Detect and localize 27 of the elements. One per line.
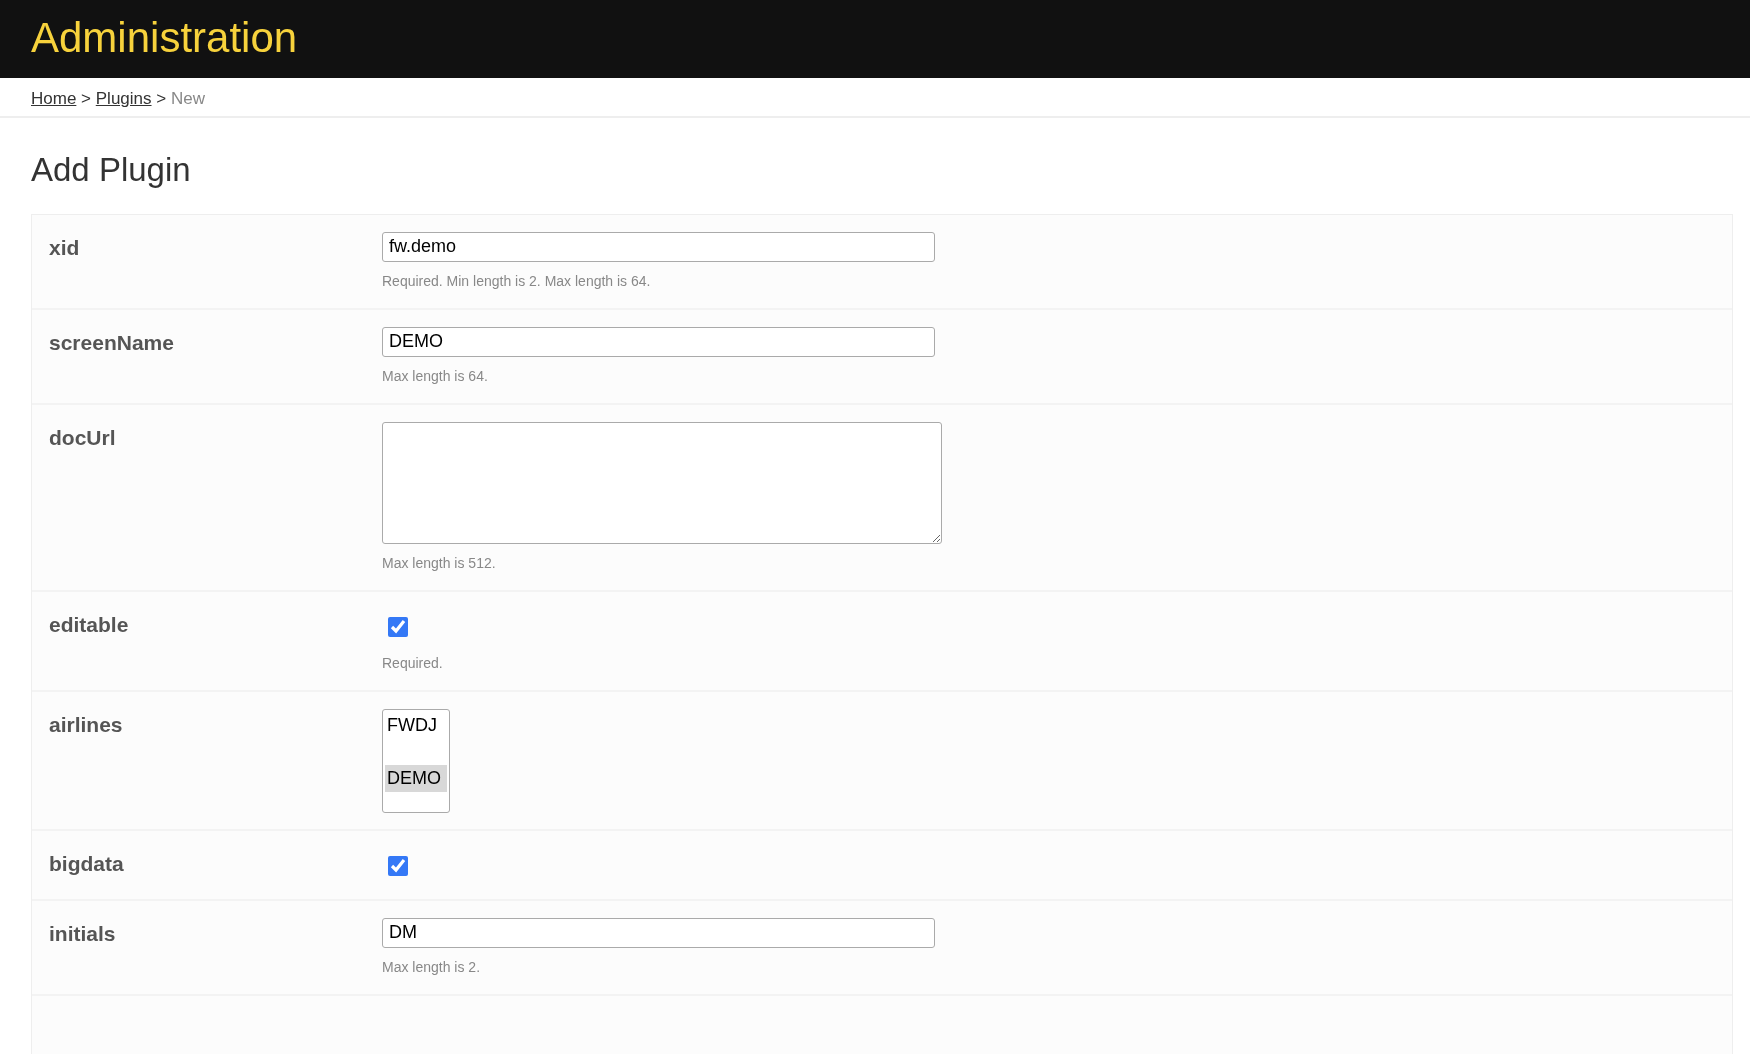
checkbox[interactable] [388, 616, 408, 637]
field-hint: Max length is 64. [382, 366, 489, 386]
field-hint: Required. Min length is 2. Max length is 64. [382, 271, 652, 291]
field-hint: Required. [382, 653, 444, 673]
list-option[interactable]: DEMO [385, 764, 447, 792]
field-label: initials [48, 920, 117, 947]
text-field[interactable]: DEMO [382, 326, 935, 357]
list-option[interactable]: FWDJ [385, 711, 447, 739]
breadcrumb-separator: > [81, 89, 92, 108]
field-label: docUrl [48, 424, 117, 451]
field-label: xid [48, 234, 81, 261]
field-label: bigdata [48, 850, 125, 877]
field-label: airlines [48, 711, 124, 738]
text-field[interactable]: DM [382, 917, 935, 948]
checkbox[interactable] [388, 855, 408, 876]
field-label: editable [48, 611, 130, 638]
breadcrumb-current: New [170, 89, 205, 108]
app-title: Administration [31, 13, 299, 63]
breadcrumb-link[interactable]: Home [31, 89, 77, 108]
page-title: Add Plugin [31, 150, 192, 190]
field-hint: Max length is 512. [382, 553, 497, 573]
breadcrumb-link[interactable]: Plugins [95, 89, 152, 108]
field-hint: Max length is 2. [382, 957, 482, 977]
list-box[interactable]: FWDJ DEMO [382, 708, 450, 813]
text-field[interactable]: fw.demo [382, 231, 935, 262]
field-label: screenName [48, 329, 175, 356]
breadcrumb-separator: > [156, 89, 167, 108]
